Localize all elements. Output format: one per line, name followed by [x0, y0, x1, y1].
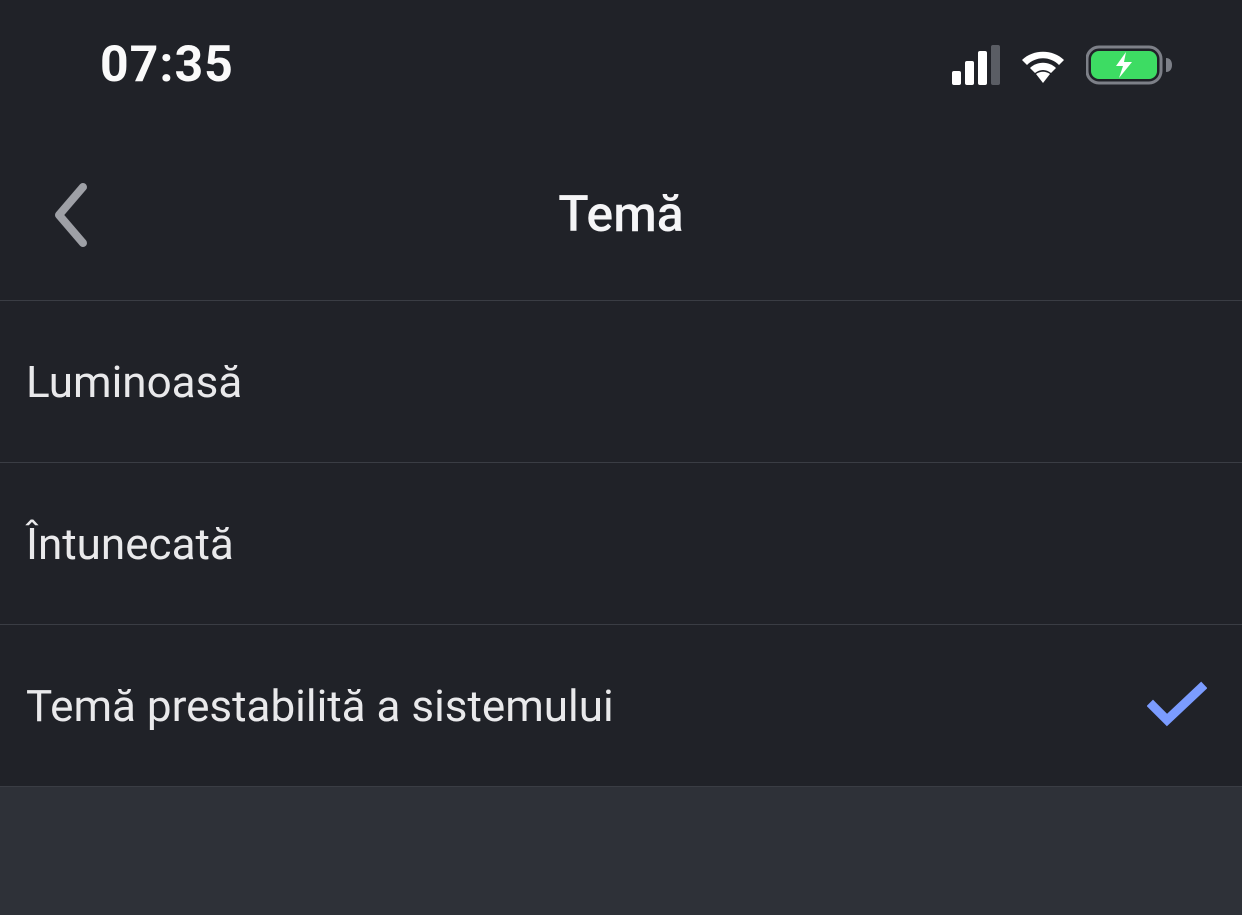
page-body: Temă Luminoasă Întunecată Temă prestabil… [0, 130, 1242, 915]
theme-option-light[interactable]: Luminoasă [0, 301, 1242, 463]
option-label: Luminoasă [26, 356, 242, 408]
back-button[interactable] [30, 175, 110, 255]
status-bar-right [952, 45, 1202, 85]
option-checkmark-slot [1142, 509, 1212, 579]
checkmark-icon [1147, 680, 1207, 732]
status-bar: 07:35 [0, 0, 1242, 130]
theme-option-dark[interactable]: Întunecată [0, 463, 1242, 625]
status-bar-left: 07:35 [40, 36, 234, 94]
option-checkmark-slot [1142, 347, 1212, 417]
theme-options-list: Luminoasă Întunecată Temă prestabilită a… [0, 300, 1242, 787]
chevron-left-icon [49, 181, 91, 249]
option-label: Întunecată [26, 518, 234, 570]
option-checkmark-slot [1142, 671, 1212, 741]
empty-area [0, 787, 1242, 915]
option-label: Temă prestabilită a sistemului [26, 680, 614, 732]
page-title: Temă [558, 186, 683, 244]
theme-option-system-default[interactable]: Temă prestabilită a sistemului [0, 625, 1242, 787]
navigation-header: Temă [0, 130, 1242, 300]
battery-charging-icon [1086, 45, 1172, 85]
wifi-icon [1018, 46, 1068, 84]
cellular-signal-icon [952, 45, 1000, 85]
status-time: 07:35 [100, 36, 234, 94]
